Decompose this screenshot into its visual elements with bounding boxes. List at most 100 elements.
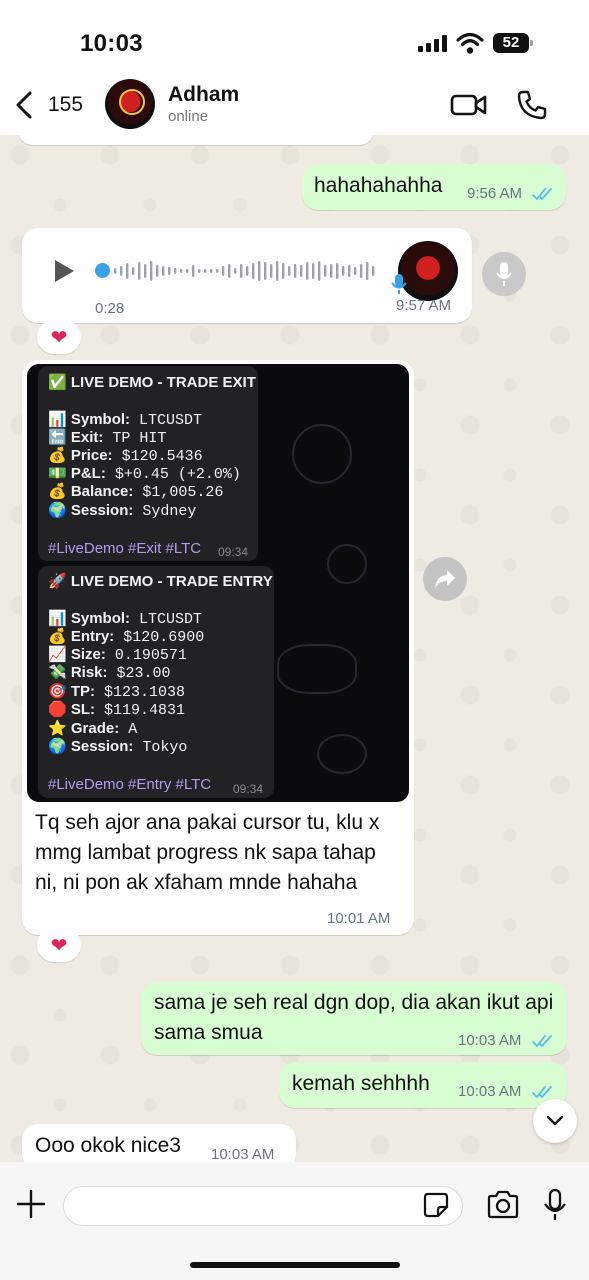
waveform-bar (312, 263, 315, 279)
waveform-bar (282, 263, 285, 279)
waveform-bar (156, 265, 159, 277)
waveform-bar (300, 265, 303, 277)
waveform-bar (294, 264, 297, 278)
field-value: Tokyo (142, 739, 188, 756)
field-value: $120.6900 (123, 629, 205, 646)
waveform-bar (192, 265, 195, 277)
play-icon[interactable] (52, 258, 76, 284)
video-call-icon[interactable] (450, 91, 488, 119)
sticker-icon[interactable] (423, 1192, 449, 1218)
waveform-bar (222, 266, 225, 276)
field-label: 🛑 SL: (48, 701, 96, 718)
scroll-down-button[interactable] (533, 1099, 577, 1143)
reaction-heart[interactable]: ❤ (37, 320, 81, 354)
waveform-bar (150, 261, 153, 281)
playback-position[interactable] (95, 263, 110, 278)
waveform-bar (114, 268, 117, 274)
home-indicator (190, 1262, 400, 1268)
waveform-bar (216, 269, 219, 273)
back-button[interactable]: 155 (14, 87, 83, 123)
message-text: kemah sehhhh (292, 1072, 430, 1095)
unread-count: 155 (48, 93, 84, 116)
chat-header: 155 Adham online (0, 75, 589, 135)
message-time: 9:56 AM (467, 185, 523, 202)
waveform-bar (210, 269, 213, 273)
field-value: A (128, 721, 138, 738)
field-label: 💵 P&L: (48, 465, 106, 482)
share-forward-button[interactable] (423, 557, 467, 601)
waveform-bar (348, 265, 351, 277)
contact-name[interactable]: Adham (168, 83, 239, 107)
waveform-bar (336, 263, 339, 279)
cellular-signal-icon (418, 35, 448, 52)
waveform-bar (228, 264, 231, 278)
card-time: 09:34 (218, 545, 249, 559)
status-time: 10:03 (80, 30, 143, 57)
microphone-icon (496, 262, 512, 286)
reaction-heart[interactable]: ❤ (37, 928, 81, 962)
field-value: LTCUSDT (139, 611, 203, 628)
message-time: 9:57 AM (396, 297, 452, 314)
field-label: 📈 Size: (48, 646, 106, 663)
message-time: 10:01 AM (327, 910, 391, 927)
message-input[interactable] (63, 1186, 463, 1226)
read-ticks-icon (532, 1086, 552, 1098)
message-text: Ooo okok nice3 (35, 1134, 181, 1157)
waveform-bar (342, 266, 345, 276)
waveform-bar (318, 261, 321, 281)
back-chevron-icon (16, 91, 32, 119)
waveform-bar (174, 268, 177, 274)
waveform-bar (252, 263, 255, 279)
avatar[interactable] (105, 79, 155, 129)
field-value: $120.5436 (121, 448, 203, 465)
waveform-bar (162, 266, 165, 276)
microphone-icon (391, 274, 407, 294)
waveform-bar (180, 269, 183, 273)
field-label: 💰 Entry: (48, 628, 115, 645)
waveform-bar (324, 265, 327, 277)
field-value: $119.4831 (104, 702, 186, 719)
share-forward-icon (435, 570, 455, 588)
hashtags[interactable]: #LiveDemo #Exit #LTC (48, 540, 201, 557)
waveform-bar (144, 264, 147, 278)
field-value: $23.00 (116, 665, 171, 682)
waveform-bar (186, 269, 189, 273)
waveform-bar (120, 266, 123, 276)
field-label: 🎯 TP: (48, 683, 96, 700)
message-text: Tq seh ajor ana pakai cursor tu, klu x m… (35, 811, 380, 894)
microphone-icon[interactable] (543, 1188, 567, 1222)
field-label: 📊 Symbol: (48, 610, 131, 627)
message-text: hahahahahha (314, 174, 443, 197)
waveform-bar (366, 262, 369, 280)
card-title: 🚀 LIVE DEMO - TRADE ENTRY (48, 573, 273, 590)
waveform-bar (360, 264, 363, 278)
message-time: 10:03 AM (458, 1032, 522, 1049)
field-value: LTCUSDT (139, 412, 203, 429)
mic-circle-button[interactable] (482, 252, 526, 296)
previous-message-bubble (18, 135, 374, 145)
message-time: 10:03 AM (211, 1146, 275, 1163)
field-label: 💸 Risk: (48, 664, 108, 681)
message-time: 10:03 AM (458, 1083, 522, 1100)
waveform-bar (264, 262, 267, 280)
camera-icon[interactable] (486, 1190, 520, 1220)
chevron-down-icon (546, 1115, 564, 1126)
waveform-bar (204, 269, 207, 273)
waveform-bar (276, 261, 279, 281)
field-label: 💰 Balance: (48, 483, 134, 500)
field-label: 🌍 Session: (48, 502, 134, 519)
card-time: 09:34 (233, 782, 264, 796)
field-label: 📊 Symbol: (48, 411, 131, 428)
read-ticks-icon (532, 188, 552, 200)
waveform-bar (306, 262, 309, 280)
hashtags[interactable]: #LiveDemo #Entry #LTC (48, 776, 211, 793)
voice-duration: 0:28 (95, 300, 125, 317)
field-value: Sydney (142, 503, 197, 520)
plus-icon[interactable] (15, 1188, 47, 1220)
waveform-bar (198, 269, 201, 273)
voice-waveform[interactable] (96, 258, 376, 284)
phone-call-icon[interactable] (516, 89, 548, 121)
waveform-bar (372, 266, 375, 276)
field-label: 💰 Price: (48, 447, 113, 464)
waveform-bar (330, 264, 333, 278)
